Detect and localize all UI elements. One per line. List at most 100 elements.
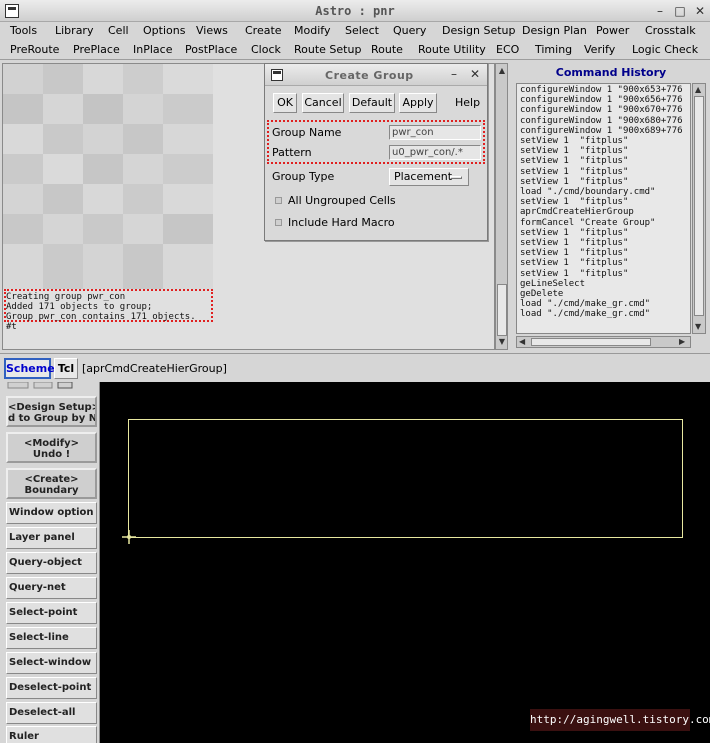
design-setup-group-button[interactable]: <Design Setup>d to Group by Name	[6, 396, 97, 427]
menu-create[interactable]: Create	[245, 24, 282, 37]
select-window-button[interactable]: Select-window	[6, 652, 97, 674]
menu-power[interactable]: Power	[596, 24, 629, 37]
history-line[interactable]: setView 1 "fitplus"	[520, 258, 683, 268]
main-menubar: Tools Library Cell Options Views Create …	[0, 22, 710, 41]
group-type-value: Placement	[394, 170, 453, 183]
menu-modify[interactable]: Modify	[294, 24, 330, 37]
group-name-input[interactable]: pwr_con	[389, 125, 481, 140]
scroll-thumb[interactable]	[694, 96, 704, 316]
layer-panel-button[interactable]: Layer panel	[6, 527, 97, 549]
menu-timing[interactable]: Timing	[535, 43, 572, 56]
select-point-button[interactable]: Select-point	[6, 602, 97, 624]
history-line[interactable]: configureWindow 1 "900x653+776	[520, 85, 683, 95]
menu-cell[interactable]: Cell	[108, 24, 129, 37]
maximize-icon[interactable]: □	[672, 3, 688, 19]
query-object-button[interactable]: Query-object	[6, 552, 97, 574]
history-line[interactable]: setView 1 "fitplus"	[520, 146, 683, 156]
scroll-down-icon[interactable]: ▼	[695, 322, 701, 332]
history-hscrollbar[interactable]: ◀ ▶	[516, 336, 691, 348]
layout-canvas[interactable]: http://agingwell.tistory.com	[100, 382, 710, 743]
history-line[interactable]: setView 1 "fitplus"	[520, 269, 683, 279]
cancel-button[interactable]: Cancel	[302, 93, 344, 113]
menu-route-utility[interactable]: Route Utility	[418, 43, 486, 56]
message-scrollbar[interactable]: ▲ ▼	[495, 63, 508, 350]
command-input[interactable]: [aprCmdCreateHierGroup]	[82, 362, 227, 375]
history-line[interactable]: load "./cmd/boundary.cmd"	[520, 187, 683, 197]
scroll-right-icon[interactable]: ▶	[679, 337, 685, 347]
history-line[interactable]: configureWindow 1 "900x656+776	[520, 95, 683, 105]
history-line[interactable]: formCancel "Create Group"	[520, 218, 683, 228]
menu-library[interactable]: Library	[55, 24, 93, 37]
history-line[interactable]: setView 1 "fitplus"	[520, 156, 683, 166]
option-menu-icon	[450, 176, 462, 179]
menu-route-setup[interactable]: Route Setup	[294, 43, 361, 56]
minimize-icon[interactable]: –	[652, 3, 668, 19]
history-line[interactable]: setView 1 "fitplus"	[520, 238, 683, 248]
dialog-menu-icon[interactable]	[271, 69, 283, 81]
menu-preplace[interactable]: PrePlace	[73, 43, 120, 56]
menu-design-plan[interactable]: Design Plan	[522, 24, 587, 37]
ok-button[interactable]: OK	[273, 93, 297, 113]
history-line[interactable]: setView 1 "fitplus"	[520, 177, 683, 187]
menu-clock[interactable]: Clock	[251, 43, 281, 56]
scroll-up-icon[interactable]: ▲	[695, 85, 701, 95]
scroll-down-icon[interactable]: ▼	[497, 337, 507, 347]
history-line[interactable]: load "./cmd/make_gr.cmd"	[520, 309, 683, 319]
scroll-left-icon[interactable]: ◀	[519, 337, 525, 347]
history-line[interactable]: setView 1 "fitplus"	[520, 197, 683, 207]
all-ungrouped-checkbox[interactable]	[275, 197, 282, 204]
close-icon[interactable]: ✕	[692, 3, 708, 19]
history-vscrollbar[interactable]: ▲ ▼	[692, 83, 706, 334]
boundary-rectangle	[128, 419, 683, 538]
help-button[interactable]: Help	[455, 96, 480, 109]
menu-design-setup[interactable]: Design Setup	[442, 24, 516, 37]
window-option-button[interactable]: Window option	[6, 502, 97, 524]
dialog-titlebar[interactable]: Create Group – ✕	[265, 64, 487, 86]
include-hard-macro-checkbox[interactable]	[275, 219, 282, 226]
history-line[interactable]: geDelete	[520, 289, 683, 299]
menu-verify[interactable]: Verify	[584, 43, 615, 56]
tcl-button[interactable]: Tcl	[54, 358, 78, 379]
menu-select[interactable]: Select	[345, 24, 379, 37]
scheme-button[interactable]: Scheme	[4, 358, 55, 379]
menu-route[interactable]: Route	[371, 43, 403, 56]
scroll-thumb[interactable]	[497, 284, 507, 336]
default-button[interactable]: Default	[349, 93, 395, 113]
history-line[interactable]: aprCmdCreateHierGroup	[520, 207, 683, 217]
undo-button[interactable]: <Modify> Undo !	[6, 432, 97, 463]
minimize-icon[interactable]: –	[451, 67, 457, 81]
pattern-input[interactable]: u0_pwr_con/.*	[389, 145, 481, 160]
ruler-button[interactable]: Ruler	[6, 726, 97, 743]
menu-logic-check[interactable]: Logic Check	[632, 43, 698, 56]
history-line[interactable]: configureWindow 1 "900x670+776	[520, 105, 683, 115]
history-line[interactable]: setView 1 "fitplus"	[520, 228, 683, 238]
menu-views[interactable]: Views	[196, 24, 228, 37]
window-title: Astro : pnr	[315, 4, 395, 18]
history-line[interactable]: setView 1 "fitplus"	[520, 136, 683, 146]
menu-crosstalk[interactable]: Crosstalk	[645, 24, 696, 37]
menu-tools[interactable]: Tools	[10, 24, 37, 37]
history-line[interactable]: configureWindow 1 "900x689+776	[520, 126, 683, 136]
apply-button[interactable]: Apply	[399, 93, 437, 113]
menu-inplace[interactable]: InPlace	[133, 43, 172, 56]
history-list[interactable]: configureWindow 1 "900x653+776 configureW…	[516, 83, 691, 334]
history-line[interactable]: setView 1 "fitplus"	[520, 167, 683, 177]
create-boundary-button[interactable]: <Create> Boundary	[6, 468, 97, 499]
menu-preroute[interactable]: PreRoute	[10, 43, 59, 56]
deselect-point-button[interactable]: Deselect-point	[6, 677, 97, 699]
history-line[interactable]: setView 1 "fitplus"	[520, 248, 683, 258]
deselect-all-button[interactable]: Deselect-all	[6, 702, 97, 724]
query-net-button[interactable]: Query-net	[6, 577, 97, 599]
history-line[interactable]: load "./cmd/make_gr.cmd"	[520, 299, 683, 309]
scroll-up-icon[interactable]: ▲	[497, 66, 507, 76]
close-icon[interactable]: ✕	[470, 67, 480, 81]
menu-query[interactable]: Query	[393, 24, 426, 37]
group-type-select[interactable]: Placement	[389, 168, 469, 186]
history-line[interactable]: configureWindow 1 "900x680+776	[520, 116, 683, 126]
select-line-button[interactable]: Select-line	[6, 627, 97, 649]
menu-eco[interactable]: ECO	[496, 43, 519, 56]
history-line[interactable]: geLineSelect	[520, 279, 683, 289]
menu-postplace[interactable]: PostPlace	[185, 43, 237, 56]
scroll-thumb[interactable]	[531, 338, 651, 346]
menu-options[interactable]: Options	[143, 24, 185, 37]
